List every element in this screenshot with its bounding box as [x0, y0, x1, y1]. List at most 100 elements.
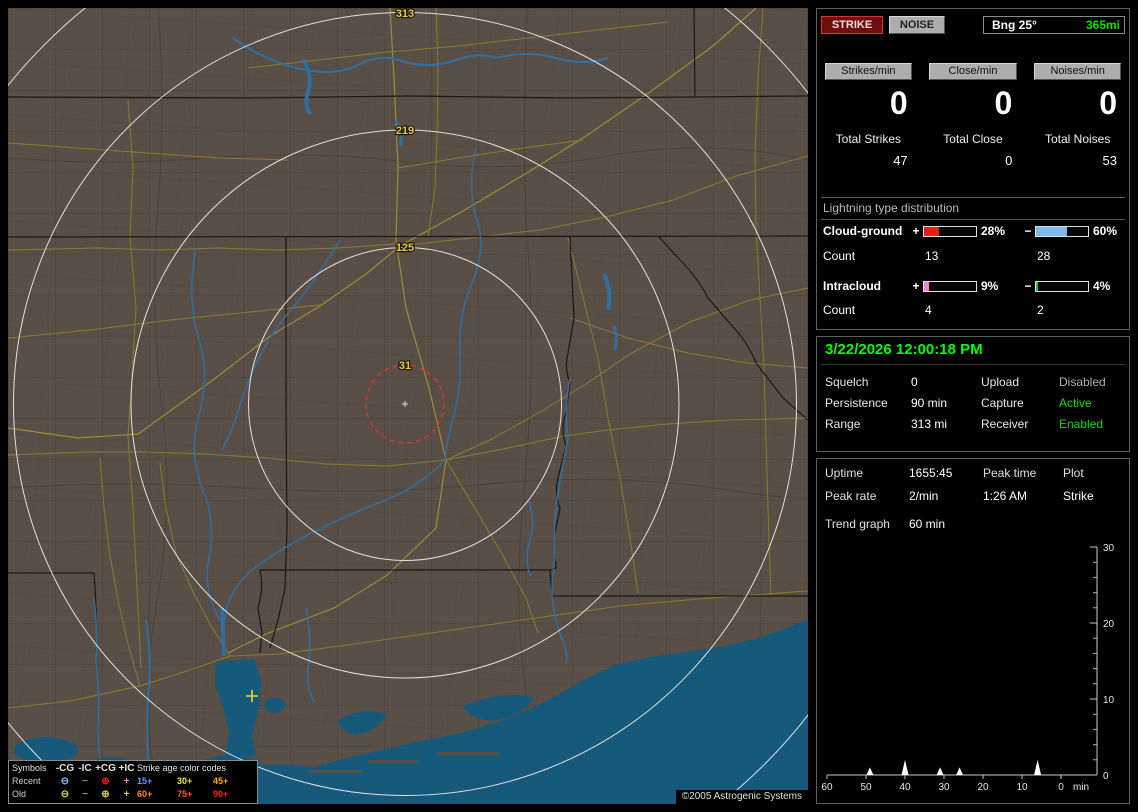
- pos-cg-bar: [923, 225, 977, 237]
- lightning-map[interactable]: 313 219 125 31 Symbols -CG -IC +CG +IC S…: [8, 8, 808, 804]
- plus-sign: +: [912, 279, 920, 293]
- copyright-notice: ©2005 Astrogenic Systems: [675, 790, 808, 804]
- info-grid: Uptime 1655:45 Peak time Plot Peak rate …: [825, 466, 1123, 503]
- cloud-ground-label: Cloud-ground: [823, 224, 903, 238]
- nexstorm-app: 313 219 125 31 Symbols -CG -IC +CG +IC S…: [0, 0, 1138, 812]
- neg-ic-bar-fill: [1036, 281, 1039, 291]
- neg-cg-bar-fill: [1036, 226, 1068, 236]
- peak-rate-value: 2/min: [909, 489, 939, 503]
- age-code: 75+: [177, 789, 193, 799]
- x-axis-unit: min: [1073, 782, 1089, 793]
- pos-cg-count: 13: [925, 249, 939, 263]
- strike-rate-spikes: [866, 759, 1042, 775]
- squelch-value: 0: [911, 375, 918, 389]
- persistence-label: Persistence: [825, 396, 888, 410]
- legend-row-label: Old: [12, 789, 27, 799]
- neg-cg-symbol-icon: ⊖: [60, 776, 70, 787]
- cloud-ground-count-row: Count 13 28: [823, 249, 1125, 263]
- legend-type-header: -IC: [78, 763, 92, 774]
- minus-sign: −: [1024, 224, 1032, 238]
- trend-window-value: 60 min: [909, 517, 946, 531]
- total-strikes-label: Total Strikes: [835, 132, 901, 146]
- pos-cg-percent: 28%: [981, 224, 1006, 238]
- noises-column: Noises/min 0 Total Noises 53: [1030, 63, 1125, 168]
- pos-ic-symbol-icon: +: [123, 789, 130, 800]
- clock: 3/22/2026 12:00:18 PM: [825, 341, 983, 358]
- peak-rate-label: Peak rate: [825, 489, 877, 503]
- receiver-value: Enabled: [1059, 417, 1104, 431]
- x-tick-label: 60: [821, 782, 833, 793]
- pos-ic-count: 4: [925, 303, 932, 317]
- uptime-value: 1655:45: [909, 466, 953, 480]
- strikes-per-min-button[interactable]: Strikes/min: [824, 63, 912, 80]
- trend-graph-row: Trend graph 60 min: [825, 517, 945, 531]
- plot-value: Strike: [1063, 489, 1094, 503]
- squelch-label: Squelch: [825, 375, 869, 389]
- pos-cg-symbol-icon: ⊕: [101, 776, 110, 787]
- plus-sign: +: [912, 224, 920, 238]
- strike-toggle-button[interactable]: STRIKE: [821, 16, 883, 34]
- intracloud-count-row: Count 4 2: [823, 303, 1125, 317]
- age-code: 45+: [213, 776, 229, 786]
- divider: [821, 219, 1125, 220]
- noise-toggle-button[interactable]: NOISE: [889, 16, 945, 34]
- close-per-min-value: 0: [994, 85, 1013, 121]
- pos-ic-percent: 9%: [981, 279, 999, 293]
- x-tick-label: 40: [899, 782, 911, 793]
- close-column: Close/min 0 Total Close 0: [926, 63, 1021, 168]
- noises-per-min-button[interactable]: Noises/min: [1034, 63, 1122, 80]
- range-ring-label: 313: [396, 8, 414, 20]
- legend-type-header: +IC: [118, 763, 135, 774]
- map-svg: 313 219 125 31: [8, 8, 808, 804]
- x-tick-label: 20: [977, 782, 989, 793]
- y-minor-ticks: [1093, 561, 1097, 761]
- x-tick-label: 10: [1016, 782, 1028, 793]
- legend-type-header: +CG: [95, 763, 116, 774]
- range-ring-label: 31: [399, 360, 411, 372]
- neg-cg-bar: [1035, 225, 1089, 237]
- y-major-ticks: [1089, 546, 1097, 776]
- intracloud-row: Intracloud + 9% − 4%: [823, 279, 1125, 293]
- status-panel: 3/22/2026 12:00:18 PM Squelch 0 Upload D…: [816, 336, 1130, 452]
- peak-time-value: 1:26 AM: [983, 489, 1028, 503]
- neg-ic-symbol-icon: −: [82, 789, 88, 800]
- bearing-value: Bng 25°: [992, 18, 1037, 32]
- range-value: 313 mi: [911, 417, 948, 431]
- y-tick-label: 30: [1103, 543, 1115, 554]
- legend-type-header: -CG: [55, 763, 75, 774]
- divider: [821, 197, 1125, 198]
- total-noises-value: 53: [1102, 153, 1117, 168]
- range-ring-label: 125: [396, 242, 414, 254]
- age-code: 60+: [137, 789, 153, 799]
- legend-row-label: Recent: [12, 776, 41, 786]
- total-close-value: 0: [1005, 153, 1013, 168]
- strikes-per-min-value: 0: [889, 85, 908, 121]
- neg-ic-bar: [1035, 280, 1089, 292]
- capture-value: Active: [1059, 396, 1092, 410]
- map-legend: Symbols -CG -IC +CG +IC Strike age color…: [8, 760, 258, 804]
- upload-label: Upload: [981, 375, 1020, 389]
- legend-age-header: Strike age color codes: [137, 763, 227, 773]
- trend-panel: Uptime 1655:45 Peak time Plot Peak rate …: [816, 458, 1130, 804]
- age-code: 15+: [137, 776, 153, 786]
- trend-graph-label: Trend graph: [825, 517, 890, 531]
- pos-cg-symbol-icon: ⊕: [101, 789, 110, 800]
- pos-cg-bar-fill: [924, 226, 939, 236]
- header-row: STRIKE NOISE Bng 25° 365mi: [821, 16, 1125, 34]
- divider: [821, 364, 1125, 365]
- age-code: 30+: [177, 776, 193, 786]
- legend-recent-row: Recent ⊖ − ⊕ + 15+ 30+ 45+: [12, 775, 254, 788]
- upload-value: Disabled: [1059, 375, 1106, 389]
- age-code: 90+: [213, 789, 229, 799]
- close-per-min-button[interactable]: Close/min: [929, 63, 1017, 80]
- y-tick-label: 20: [1103, 619, 1115, 630]
- count-label: Count: [823, 303, 856, 317]
- neg-ic-count: 2: [1037, 303, 1044, 317]
- x-tick-label: 50: [860, 782, 872, 793]
- x-ticks: [826, 775, 1062, 779]
- status-grid: Squelch 0 Upload Disabled Persistence 90…: [825, 375, 1123, 431]
- capture-label: Capture: [981, 396, 1024, 410]
- trend-graph: 30 20 10 0 60 50 40 30 20 10 0 min: [821, 543, 1115, 793]
- range-label: Range: [825, 417, 861, 431]
- persistence-value: 90 min: [911, 396, 948, 410]
